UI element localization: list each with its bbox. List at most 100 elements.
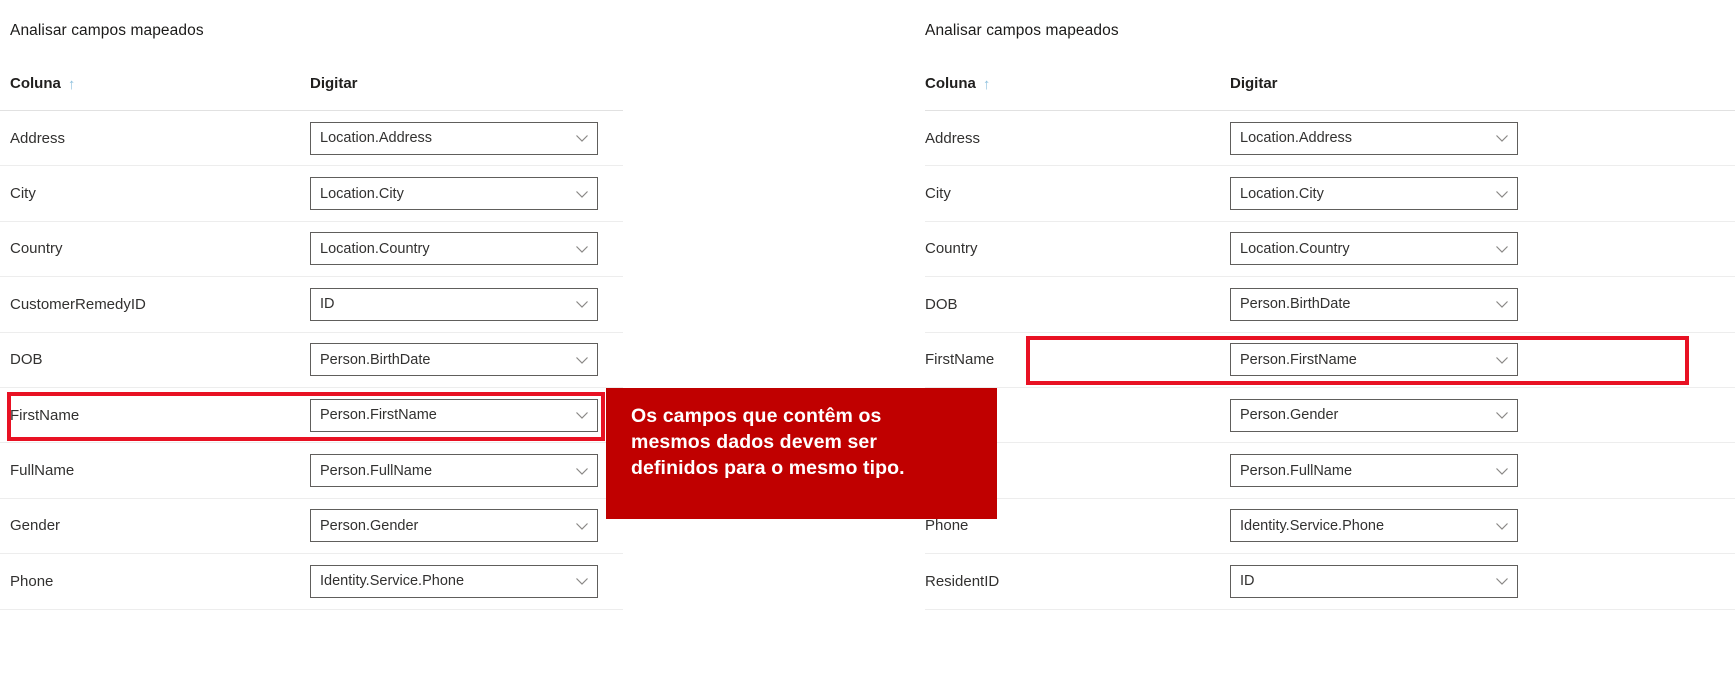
- chevron-down-icon: [1495, 187, 1509, 201]
- row-type-cell: Person.Gender: [310, 499, 623, 553]
- type-dropdown[interactable]: Location.Country: [1230, 232, 1518, 266]
- column-header-coluna-label: Coluna: [925, 74, 976, 92]
- table-row: Address Location.Address: [925, 111, 1735, 167]
- type-dropdown[interactable]: Identity.Service.Phone: [1230, 509, 1518, 543]
- table-row: DOB Person.BirthDate: [0, 333, 623, 388]
- chevron-down-icon: [1495, 519, 1509, 533]
- row-column-name: Country: [10, 240, 63, 258]
- chevron-down-icon: [575, 464, 589, 478]
- row-column-name: Address: [10, 129, 66, 147]
- chevron-down-icon: [1495, 353, 1509, 367]
- sort-ascending-icon[interactable]: ↑: [68, 76, 76, 92]
- column-header-coluna[interactable]: Coluna ↑: [925, 75, 1230, 92]
- row-type-cell: Location.Country: [1230, 222, 1735, 276]
- row-type-cell: Identity.Service.Phone: [310, 554, 623, 608]
- type-dropdown-value: Person.Gender: [320, 517, 419, 534]
- type-dropdown[interactable]: Location.Address: [1230, 121, 1518, 155]
- type-dropdown-value: Location.Country: [320, 240, 430, 257]
- column-header-digitar[interactable]: Digitar: [1230, 56, 1735, 110]
- table-row: DOB Person.BirthDate: [925, 277, 1735, 333]
- type-dropdown-value: ID: [1240, 573, 1255, 590]
- row-column-name: Address: [925, 129, 981, 147]
- mapped-fields-table-left: Coluna ↑ Digitar Address Location.Address…: [0, 56, 623, 610]
- table-row: Person.Gender: [925, 388, 1735, 444]
- type-dropdown[interactable]: Location.City: [1230, 177, 1518, 211]
- chevron-down-icon: [575, 574, 589, 588]
- chevron-down-icon: [1495, 464, 1509, 478]
- callout-line-1: Os campos que contêm os: [631, 405, 882, 427]
- row-type-cell: Location.Address: [1230, 111, 1735, 165]
- chevron-down-icon: [575, 353, 589, 367]
- row-type-cell: Person.FirstName: [310, 388, 623, 442]
- type-dropdown[interactable]: Location.City: [310, 177, 598, 211]
- column-header-digitar-label: Digitar: [1230, 74, 1278, 92]
- table-row-highlighted: FirstName Person.FirstName: [925, 333, 1735, 388]
- mapped-fields-table-right: Coluna ↑ Digitar Address Location.Address…: [925, 56, 1735, 610]
- chevron-down-icon: [575, 187, 589, 201]
- row-column-name: City: [925, 185, 951, 203]
- type-dropdown-value: Person.FirstName: [1240, 351, 1357, 368]
- table-row: Person.FullName: [925, 443, 1735, 499]
- row-column-name: Phone: [10, 572, 54, 590]
- type-dropdown[interactable]: Person.BirthDate: [310, 343, 598, 377]
- annotation-callout: Os campos que contêm os mesmos dados dev…: [606, 388, 997, 519]
- type-dropdown[interactable]: Person.Gender: [1230, 398, 1518, 432]
- type-dropdown-value: Person.FirstName: [320, 407, 437, 424]
- type-dropdown[interactable]: ID: [1230, 564, 1518, 598]
- table-row: Country Location.Country: [0, 222, 623, 278]
- chevron-down-icon: [1495, 297, 1509, 311]
- chevron-down-icon: [1495, 242, 1509, 256]
- chevron-down-icon: [1495, 131, 1509, 145]
- screenshot-root: Analisar campos mapeados Coluna ↑ Digitar…: [0, 0, 1735, 679]
- type-dropdown[interactable]: Location.Address: [310, 121, 598, 155]
- type-dropdown-value: Person.BirthDate: [1240, 296, 1351, 313]
- table-row: FullName Person.FullName: [0, 443, 623, 499]
- type-dropdown-value: Location.Address: [1240, 130, 1353, 147]
- row-type-cell: Person.FirstName: [1230, 333, 1735, 387]
- type-dropdown-value: Person.FullName: [320, 462, 433, 479]
- table-row: Gender Person.Gender: [0, 499, 623, 555]
- chevron-down-icon: [575, 242, 589, 256]
- table-row: Country Location.Country: [925, 222, 1735, 278]
- row-type-cell: ID: [1230, 554, 1735, 608]
- row-type-cell: Person.Gender: [1230, 388, 1735, 442]
- type-dropdown-value: Person.BirthDate: [320, 351, 431, 368]
- type-dropdown-value: Location.Address: [320, 130, 433, 147]
- type-dropdown[interactable]: Person.BirthDate: [1230, 287, 1518, 321]
- type-dropdown[interactable]: Person.Gender: [310, 509, 598, 543]
- table-row: City Location.City: [0, 166, 623, 222]
- type-dropdown[interactable]: Identity.Service.Phone: [310, 564, 598, 598]
- type-dropdown[interactable]: Person.FullName: [1230, 454, 1518, 488]
- row-column-name: FirstName: [10, 406, 80, 424]
- row-type-cell: Person.FullName: [1230, 443, 1735, 497]
- type-dropdown-value: ID: [320, 296, 335, 313]
- row-type-cell: Identity.Service.Phone: [1230, 499, 1735, 553]
- sort-ascending-icon[interactable]: ↑: [983, 76, 991, 92]
- row-column-name: DOB: [925, 295, 958, 313]
- type-dropdown[interactable]: ID: [310, 287, 598, 321]
- type-dropdown[interactable]: Person.FirstName: [1230, 343, 1518, 377]
- type-dropdown[interactable]: Person.FirstName: [310, 398, 598, 432]
- column-header-digitar[interactable]: Digitar: [310, 56, 623, 110]
- column-header-coluna[interactable]: Coluna ↑: [0, 75, 310, 92]
- type-dropdown[interactable]: Location.Country: [310, 232, 598, 266]
- panel-right: Analisar campos mapeados Coluna ↑ Digitar…: [925, 0, 1735, 679]
- row-column-name: Country: [925, 240, 978, 258]
- type-dropdown-value: Person.FullName: [1240, 462, 1353, 479]
- chevron-down-icon: [575, 131, 589, 145]
- type-dropdown-value: Location.Country: [1240, 240, 1350, 257]
- type-dropdown[interactable]: Person.FullName: [310, 454, 598, 488]
- row-column-name: City: [10, 185, 36, 203]
- table-row: Address Location.Address: [0, 111, 623, 167]
- column-header-coluna-label: Coluna: [10, 74, 61, 92]
- table-header-row: Coluna ↑ Digitar: [925, 56, 1735, 111]
- panel-left: Analisar campos mapeados Coluna ↑ Digitar…: [0, 0, 623, 679]
- type-dropdown-value: Identity.Service.Phone: [1240, 517, 1385, 534]
- column-header-digitar-label: Digitar: [310, 74, 358, 92]
- table-row: Phone Identity.Service.Phone: [0, 554, 623, 610]
- row-type-cell: Person.BirthDate: [1230, 277, 1735, 331]
- row-column-name: FirstName: [925, 351, 995, 369]
- table-row: ResidentID ID: [925, 554, 1735, 610]
- row-column-name: Gender: [10, 517, 61, 535]
- panel-left-title: Analisar campos mapeados: [10, 22, 204, 39]
